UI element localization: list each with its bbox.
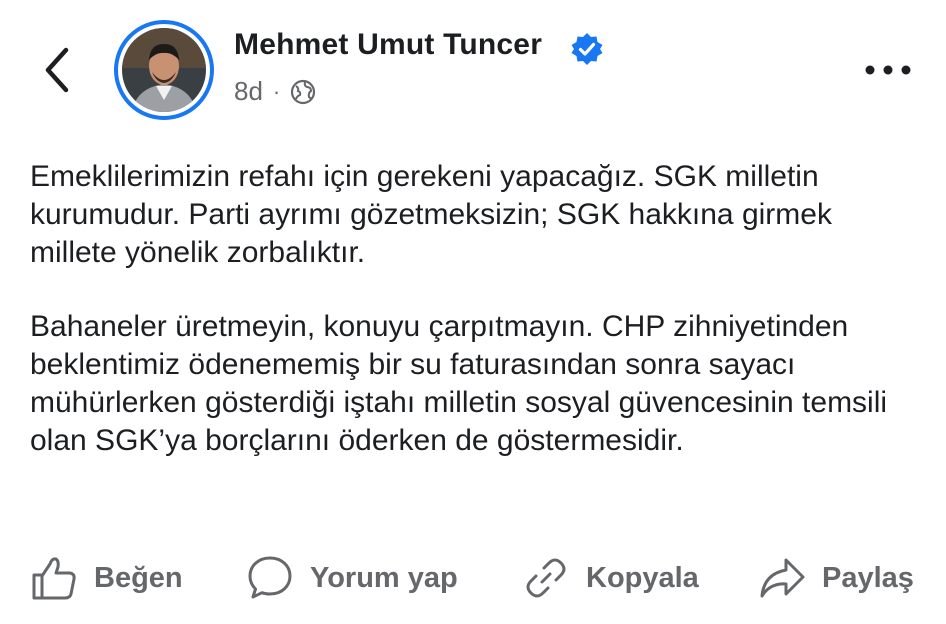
like-label: Beğen (94, 561, 183, 594)
copy-link-button[interactable]: Kopyala (522, 548, 699, 608)
globe-icon[interactable] (290, 79, 316, 105)
like-button[interactable]: Beğen (30, 548, 183, 608)
author-name[interactable]: Mehmet Umut Tuncer (234, 28, 542, 62)
more-options-button[interactable] (860, 58, 916, 82)
thumbs-up-icon (32, 557, 76, 600)
back-button[interactable] (36, 42, 80, 98)
chevron-left-icon (45, 47, 69, 93)
avatar-photo (122, 28, 206, 112)
post-text: Emeklilerimizin refahı için gerekeni yap… (30, 158, 920, 496)
post-meta: 8d · (234, 76, 316, 107)
post-paragraph-1: Emeklilerimizin refahı için gerekeni yap… (30, 160, 832, 269)
post-time[interactable]: 8d (234, 76, 263, 107)
copy-label: Kopyala (586, 561, 699, 594)
post-actions-bar: Beğen Yorum yap Kopyala Paylaş (0, 548, 946, 608)
comment-label: Yorum yap (310, 561, 458, 594)
share-label: Paylaş (822, 561, 914, 594)
share-button[interactable]: Paylaş (758, 548, 914, 608)
meta-separator: · (272, 78, 281, 104)
comment-bubble-icon (248, 556, 292, 599)
post-header: Mehmet Umut Tuncer 8d · (0, 0, 946, 130)
comment-button[interactable]: Yorum yap (246, 548, 458, 608)
share-arrow-icon (760, 558, 805, 598)
more-horizontal-icon (865, 65, 911, 75)
post-paragraph-2: Bahaneler üretmeyin, konuyu çarpıtmayın.… (30, 310, 888, 457)
verified-badge-icon (571, 33, 603, 65)
avatar[interactable] (114, 20, 214, 120)
link-icon (526, 558, 566, 598)
